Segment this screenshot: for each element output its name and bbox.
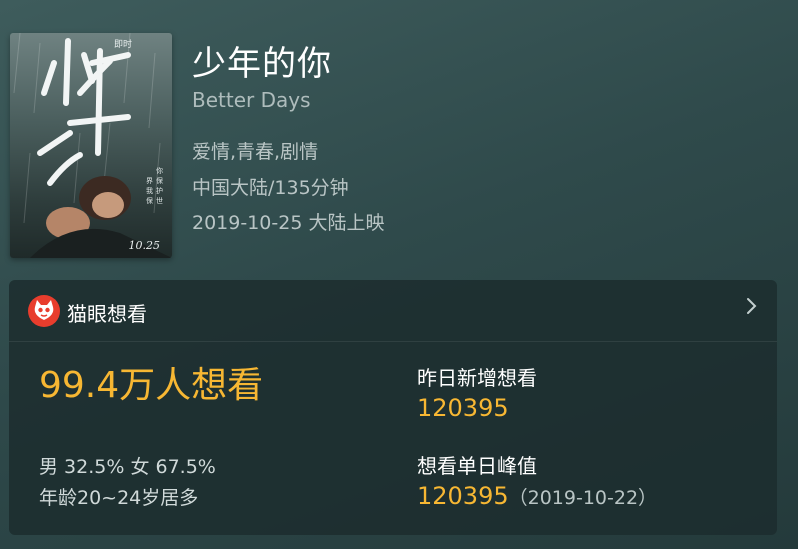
yesterday-new-label: 昨日新增想看 xyxy=(417,366,537,390)
movie-title: 少年的你 xyxy=(192,44,332,84)
card-header-label: 猫眼想看 xyxy=(67,302,147,326)
svg-text:即时: 即时 xyxy=(114,38,132,50)
svg-text:我: 我 xyxy=(146,186,153,195)
poster-date: 10.25 xyxy=(128,239,161,252)
daily-peak-label: 想看单日峰值 xyxy=(417,454,537,478)
movie-english-title: Better Days xyxy=(192,88,311,112)
chevron-right-icon[interactable] xyxy=(745,296,759,322)
yesterday-new-value: 120395 xyxy=(417,394,509,422)
want-to-see-card: 猫眼想看 99.4万人想看 男 32.5% 女 67.5% 年龄20~24岁居多… xyxy=(9,280,777,535)
movie-release-date: 2019-10-25 大陆上映 xyxy=(192,212,385,234)
daily-peak-date: （2019-10-22） xyxy=(508,487,658,509)
svg-text:保: 保 xyxy=(156,176,163,185)
want-to-see-count: 99.4万人想看 xyxy=(39,365,264,406)
age-group: 年龄20~24岁居多 xyxy=(39,487,199,509)
svg-text:世: 世 xyxy=(156,196,163,205)
movie-genres: 爱情,青春,剧情 xyxy=(192,141,319,163)
gender-ratio: 男 32.5% 女 67.5% xyxy=(39,456,216,478)
svg-text:保: 保 xyxy=(146,196,153,205)
svg-text:护: 护 xyxy=(156,186,163,195)
daily-peak-value: 120395 xyxy=(417,482,509,510)
card-header[interactable]: 猫眼想看 xyxy=(9,280,777,342)
poster-artwork: 即时 你保护世 界我保 xyxy=(13,33,172,258)
maoyan-cat-icon xyxy=(28,295,60,327)
daily-peak-row: 120395（2019-10-22） xyxy=(417,482,657,510)
svg-text:界: 界 xyxy=(146,177,153,185)
movie-origin-duration: 中国大陆/135分钟 xyxy=(192,177,349,199)
movie-poster[interactable]: 即时 你保护世 界我保 10.25 xyxy=(10,33,172,258)
svg-text:你: 你 xyxy=(156,166,163,175)
